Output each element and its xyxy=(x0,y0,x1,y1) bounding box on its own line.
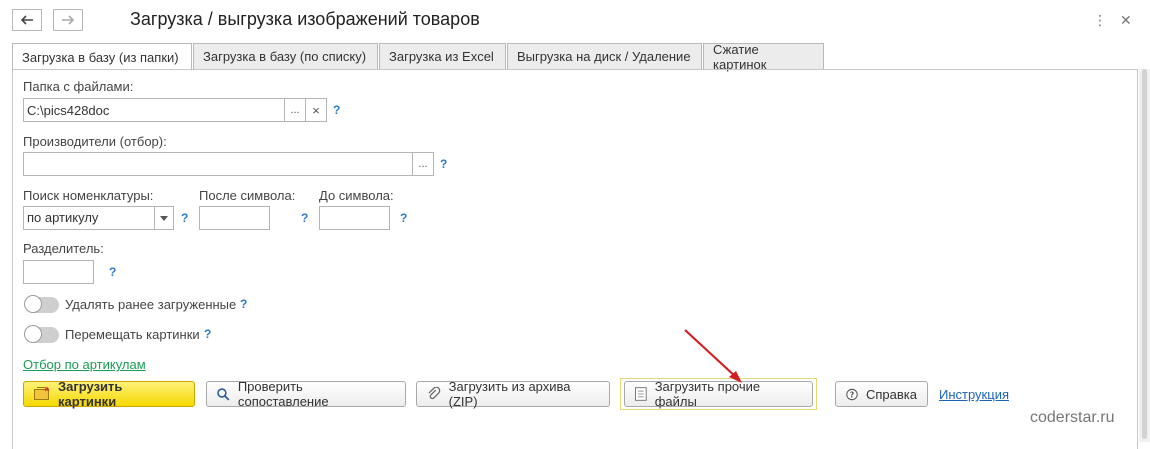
move-images-help-icon[interactable]: ? xyxy=(204,327,211,341)
filter-by-articles-link[interactable]: Отбор по артикулам xyxy=(23,357,146,372)
help-label: Справка xyxy=(866,386,917,402)
instruction-link[interactable]: Инструкция xyxy=(939,387,1009,402)
after-help-icon[interactable]: ? xyxy=(301,211,308,225)
separator-label: Разделитель: xyxy=(23,241,104,256)
before-help-icon[interactable]: ? xyxy=(400,211,407,225)
check-mapping-button[interactable]: Проверить сопоставление xyxy=(206,379,406,409)
more-icon[interactable]: ⋮ xyxy=(1093,13,1107,29)
before-symbol-input[interactable] xyxy=(319,206,390,230)
folder-clear-button[interactable]: × xyxy=(305,98,327,122)
check-mapping-label: Проверить сопоставление xyxy=(237,379,329,409)
manufacturers-input[interactable] xyxy=(23,152,413,176)
manufacturers-label: Производители (отбор): xyxy=(23,134,167,149)
toggle-knob xyxy=(24,325,42,343)
page-title: Загрузка / выгрузка изображений товаров xyxy=(130,9,480,29)
after-symbol-label: После символа: xyxy=(199,188,296,203)
folder-upload-icon xyxy=(34,387,49,400)
load-images-label: Загрузить картинки xyxy=(57,379,123,409)
folder-label: Папка с файлами: xyxy=(23,79,134,94)
search-dropdown-button[interactable] xyxy=(154,206,174,230)
manufacturers-help-icon[interactable]: ? xyxy=(440,157,447,171)
after-symbol-input[interactable] xyxy=(199,206,270,230)
arrow-left-icon xyxy=(20,15,33,25)
tab-load-list[interactable]: Загрузка в базу (по списку) xyxy=(193,43,378,70)
search-help-icon[interactable]: ? xyxy=(181,211,188,225)
search-label: Поиск номенклатуры: xyxy=(23,188,154,203)
scrollbar-thumb[interactable] xyxy=(1142,69,1147,439)
load-zip-label: Загрузить из архива (ZIP) xyxy=(448,379,571,409)
watermark: coderstar.ru xyxy=(1030,409,1115,426)
delete-previous-label: Удалять ранее загруженные xyxy=(65,297,237,312)
chevron-down-icon xyxy=(160,215,168,221)
document-icon xyxy=(635,387,647,401)
forward-button[interactable] xyxy=(53,9,83,31)
load-zip-button[interactable]: Загрузить из архива (ZIP) xyxy=(416,379,610,409)
load-images-button[interactable]: Загрузить картинки xyxy=(23,379,195,409)
separator-input[interactable] xyxy=(23,260,94,284)
help-button[interactable]: ? Справка xyxy=(835,381,928,407)
paperclip-icon xyxy=(428,387,441,400)
before-symbol-label: До символа: xyxy=(319,188,394,203)
folder-help-icon[interactable]: ? xyxy=(333,103,340,117)
folder-input[interactable] xyxy=(23,98,285,122)
search-icon xyxy=(217,387,230,401)
folder-browse-button[interactable]: ... xyxy=(284,98,306,122)
annotation-arrow-icon xyxy=(684,329,742,383)
delete-previous-help-icon[interactable]: ? xyxy=(240,297,247,311)
tab-load-excel[interactable]: Загрузка из Excel xyxy=(379,43,506,70)
close-icon[interactable]: ✕ xyxy=(1120,13,1132,29)
delete-previous-toggle[interactable] xyxy=(24,295,59,313)
manufacturers-browse-button[interactable]: ... xyxy=(412,152,434,176)
tab-export-delete[interactable]: Выгрузка на диск / Удаление xyxy=(507,43,702,70)
search-select[interactable]: по артикулу xyxy=(23,206,155,230)
tab-load-folder[interactable]: Загрузка в базу (из папки) xyxy=(12,43,192,71)
separator-help-icon[interactable]: ? xyxy=(109,265,116,279)
move-images-toggle[interactable] xyxy=(24,325,59,343)
help-circle-icon: ? xyxy=(846,388,858,400)
arrow-right-icon xyxy=(62,15,75,25)
toggle-knob xyxy=(24,295,42,313)
tab-compress[interactable]: Сжатие картинок xyxy=(703,42,824,72)
move-images-label: Перемещать картинки xyxy=(65,327,200,342)
svg-text:?: ? xyxy=(850,390,855,399)
back-button[interactable] xyxy=(12,9,42,31)
